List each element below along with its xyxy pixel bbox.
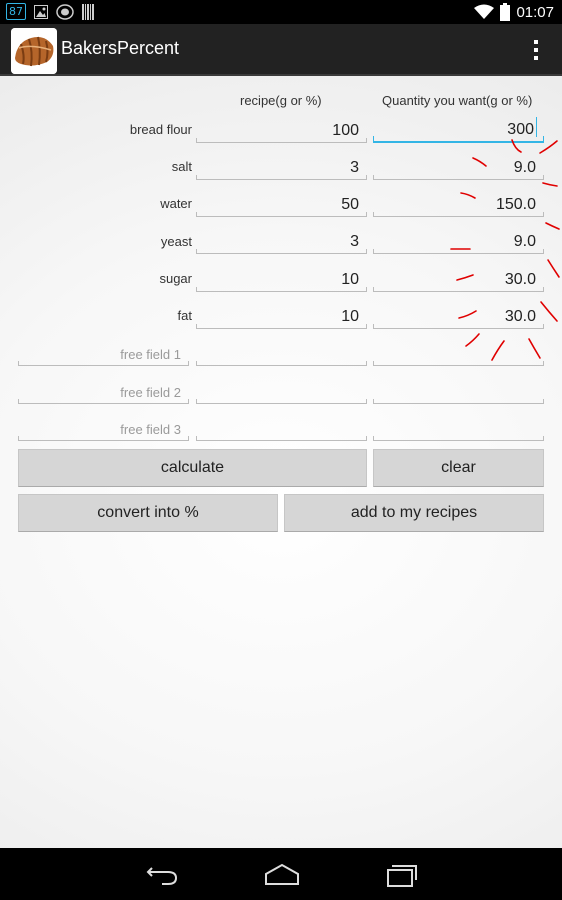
recipe-value: 10 xyxy=(341,271,359,288)
row-label-fat: fat xyxy=(177,308,192,323)
battery-icon xyxy=(500,3,511,21)
recipe-field-bread-flour[interactable]: 100 xyxy=(196,117,367,143)
row-label-water: water xyxy=(160,196,192,211)
barcode-notification-icon xyxy=(82,3,94,20)
recipe-field-water[interactable]: 50 xyxy=(196,191,367,217)
free-field-3-name-input[interactable]: free field 3 xyxy=(18,415,189,441)
overflow-menu-icon[interactable] xyxy=(530,38,542,62)
status-notifications: 87 xyxy=(6,3,94,20)
recipe-value: 3 xyxy=(350,159,359,176)
recipe-field-fat[interactable]: 10 xyxy=(196,303,367,329)
home-icon[interactable] xyxy=(262,860,302,888)
recipe-value: 50 xyxy=(341,196,359,213)
notification-count-badge: 87 xyxy=(6,3,26,20)
recipe-field-yeast[interactable]: 3 xyxy=(196,228,367,254)
navigation-bar xyxy=(0,848,562,900)
recipe-field-free-3[interactable] xyxy=(196,415,367,441)
annotation-sparkle-marks xyxy=(450,139,560,361)
free-field-hint: free field 2 xyxy=(120,385,181,400)
row-label-salt: salt xyxy=(171,159,192,174)
image-notification-icon xyxy=(34,4,48,19)
free-field-1-name-input[interactable]: free field 1 xyxy=(18,340,189,366)
calculator-form: recipe(g or %) Quantity you want(g or %)… xyxy=(0,76,562,848)
recipe-field-free-1[interactable] xyxy=(196,340,367,366)
action-bar: BakersPercent xyxy=(0,24,562,76)
app-title: BakersPercent xyxy=(61,38,180,58)
quantity-column-header: Quantity you want(g or %) xyxy=(382,93,533,108)
recipe-field-sugar[interactable]: 10 xyxy=(196,266,367,292)
recipe-column-header: recipe(g or %) xyxy=(240,93,322,108)
croissant-icon[interactable] xyxy=(11,28,57,74)
free-field-2-name-input[interactable]: free field 2 xyxy=(18,378,189,404)
status-bar: 87 01:07 xyxy=(0,0,562,24)
clear-button[interactable]: clear xyxy=(373,449,544,487)
row-label-sugar: sugar xyxy=(159,271,192,286)
free-field-hint: free field 1 xyxy=(120,347,181,362)
calculate-button[interactable]: calculate xyxy=(18,449,367,487)
status-clock: 01:07 xyxy=(516,3,554,21)
recipe-field-free-2[interactable] xyxy=(196,378,367,404)
free-field-hint: free field 3 xyxy=(120,422,181,437)
quantity-field-free-3[interactable] xyxy=(373,415,544,441)
convert-into-percent-button[interactable]: convert into % xyxy=(18,494,278,532)
status-system-icons: 01:07 xyxy=(474,0,554,24)
recipe-value: 10 xyxy=(341,308,359,325)
recipe-value: 100 xyxy=(332,122,359,139)
recent-apps-icon[interactable] xyxy=(382,860,422,888)
app-notification-icon xyxy=(56,3,74,20)
recipe-value: 3 xyxy=(350,233,359,250)
add-to-my-recipes-button[interactable]: add to my recipes xyxy=(284,494,544,532)
wifi-icon xyxy=(474,4,495,19)
row-label-yeast: yeast xyxy=(160,234,192,249)
row-label-bread-flour: bread flour xyxy=(129,122,192,137)
back-icon[interactable] xyxy=(142,860,182,888)
recipe-field-salt[interactable]: 3 xyxy=(196,154,367,180)
quantity-field-free-2[interactable] xyxy=(373,378,544,404)
